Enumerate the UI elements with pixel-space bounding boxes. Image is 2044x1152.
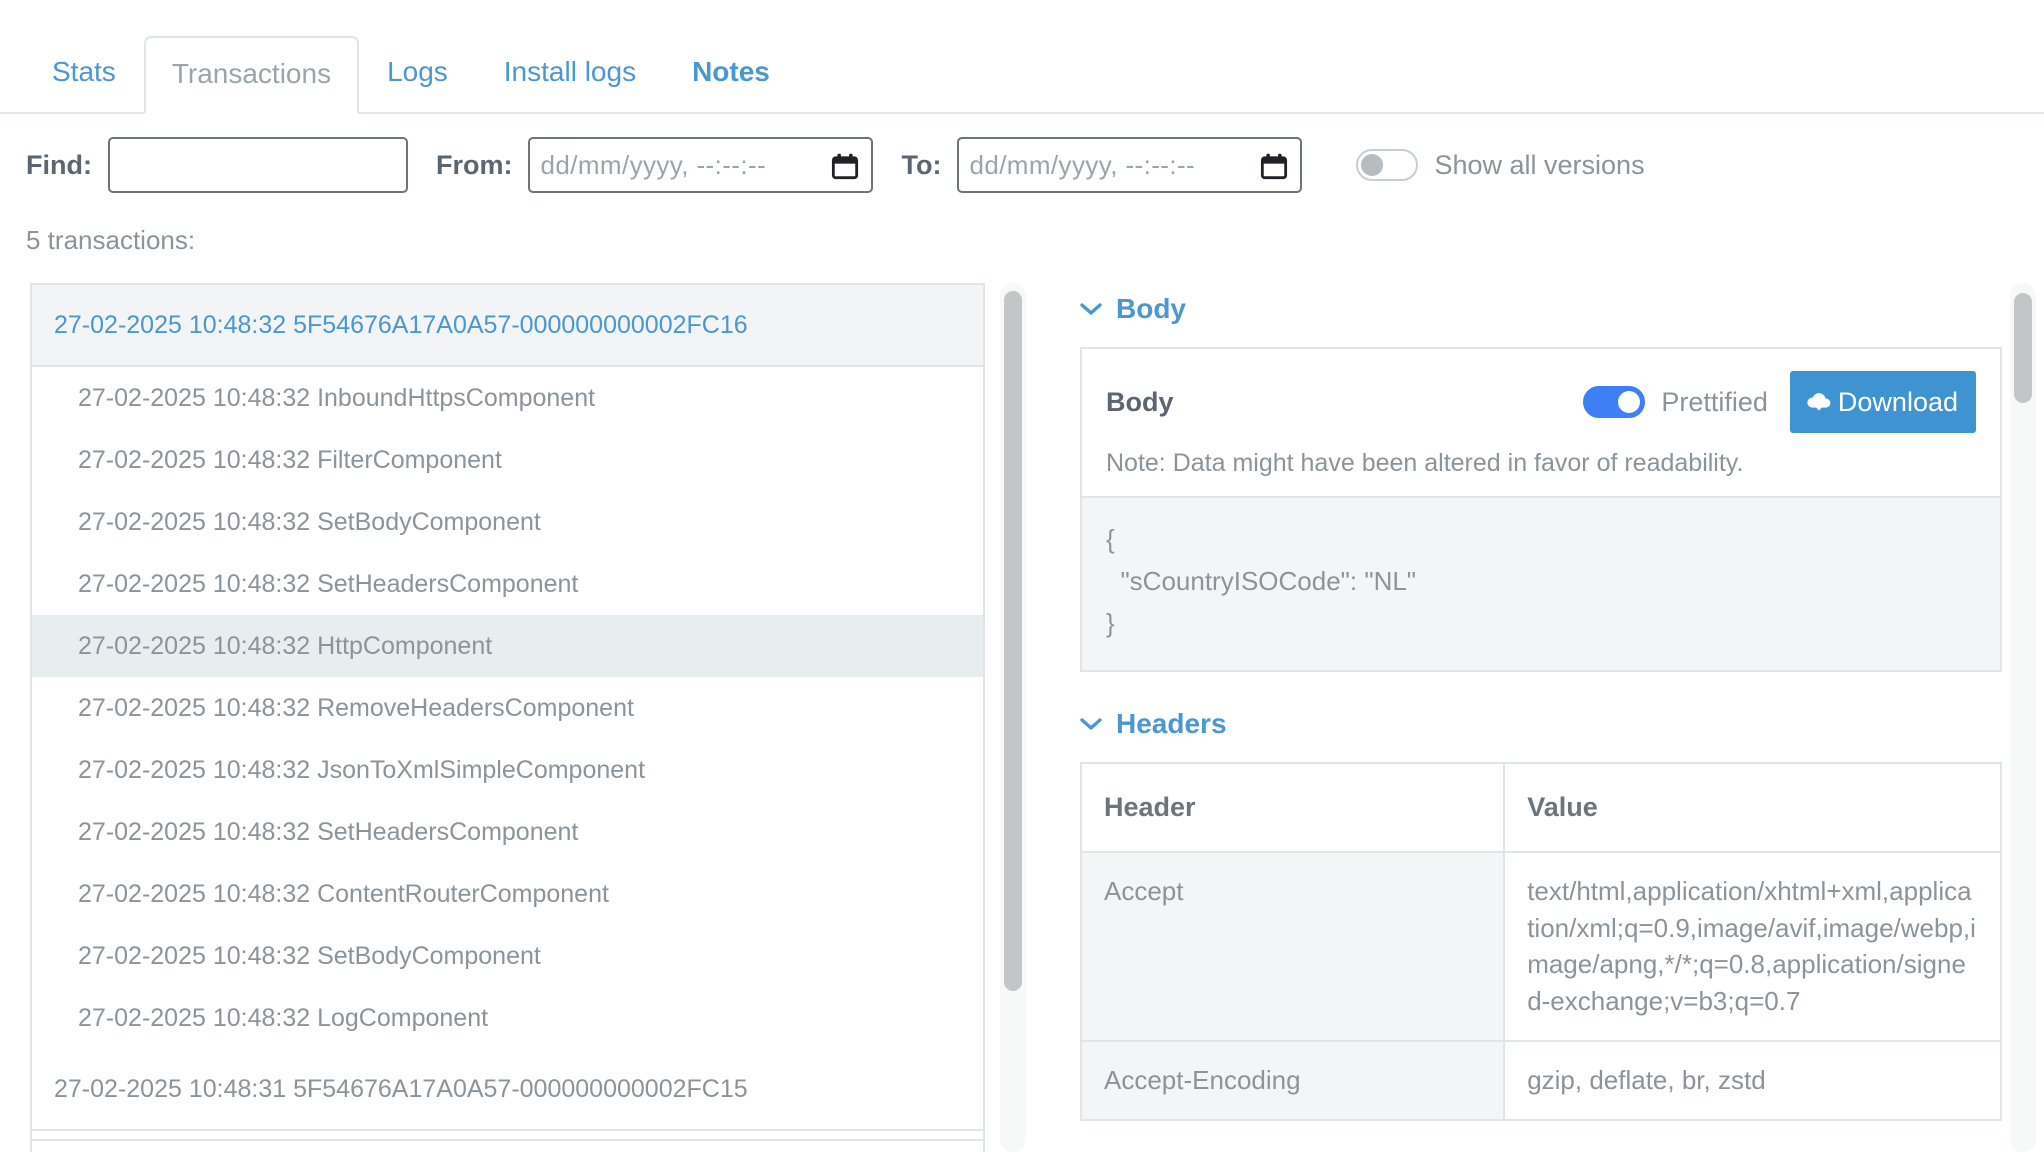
transaction-step-row[interactable]: 27-02-2025 10:48:32 RemoveHeadersCompone… [32, 677, 983, 739]
transaction-step-row[interactable]: 27-02-2025 10:48:32 JsonToXmlSimpleCompo… [32, 739, 983, 801]
find-input[interactable] [107, 137, 408, 193]
transactions-page: Stats Transactions Logs Install logs Notes F… [0, 0, 2044, 1152]
to-date-placeholder: dd/mm/yyyy, --:--:-- [969, 149, 1196, 180]
transaction-group-header[interactable]: 27-02-2025 10:48:31 5F54676A17A0A57-0000… [32, 1049, 983, 1131]
transaction-step-row[interactable]: 27-02-2025 10:48:32 SetHeadersComponent [32, 553, 983, 615]
tab-notes[interactable]: Notes [664, 34, 798, 112]
download-button[interactable]: Download [1789, 371, 1976, 433]
show-all-versions-label: Show all versions [1434, 149, 1645, 180]
transaction-list[interactable]: 27-02-2025 10:48:32 5F54676A17A0A57-0000… [30, 283, 985, 1152]
calendar-icon[interactable] [831, 152, 859, 180]
tab-logs[interactable]: Logs [359, 34, 476, 112]
body-content: { "sCountryISOCode": "NL" } [1082, 496, 2000, 671]
to-label: To: [901, 149, 942, 180]
body-note: Note: Data might have been altered in fa… [1106, 449, 1744, 477]
body-section-header[interactable]: Body [1080, 293, 2002, 325]
transaction-count-label: 5 transactions: [26, 225, 196, 255]
transaction-step-row[interactable]: 27-02-2025 10:48:32 LogComponent [32, 987, 983, 1049]
transaction-step-row[interactable]: 27-02-2025 10:48:32 InboundHttpsComponen… [32, 367, 983, 429]
transaction-step-row[interactable]: 27-02-2025 10:48:32 SetBodyComponent [32, 925, 983, 987]
show-all-versions-toggle[interactable] [1356, 149, 1419, 181]
cloud-download-icon [1807, 393, 1831, 411]
body-card-title: Body [1106, 386, 1174, 417]
from-date-input[interactable]: dd/mm/yyyy, --:--:-- [528, 137, 874, 193]
prettified-toggle[interactable] [1583, 386, 1646, 418]
chevron-down-icon [1080, 303, 1102, 315]
prettified-label: Prettified [1661, 386, 1768, 417]
from-label: From: [435, 149, 513, 180]
detail-panel: Body Body Prettified Download Note: Data… [1080, 283, 2002, 1152]
tab-bar: Stats Transactions Logs Install logs Notes [0, 0, 2044, 114]
headers-table-header-row: Header Value [1080, 762, 2002, 853]
filter-bar: Find: From: dd/mm/yyyy, --:--:-- To: dd/… [0, 130, 2044, 200]
download-button-label: Download [1837, 386, 1958, 417]
find-label: Find: [26, 149, 92, 180]
body-card-head: Body Prettified Download Note: Data migh… [1082, 349, 2000, 496]
tab-install-logs[interactable]: Install logs [476, 34, 664, 112]
scrollbar-thumb[interactable] [2014, 293, 2032, 403]
headers-section-header[interactable]: Headers [1080, 708, 2002, 740]
headers-table: Header Value Accept text/html,application/… [1080, 762, 2002, 1122]
headers-table-row: Accept-Encoding gzip, deflate, br, zstd [1080, 1040, 2002, 1122]
tab-transactions[interactable]: Transactions [143, 36, 360, 114]
show-all-versions-toggle-wrap: Show all versions [1356, 149, 1645, 181]
transaction-step-row[interactable]: 27-02-2025 10:48:32 FilterComponent [32, 429, 983, 491]
chevron-down-icon [1080, 718, 1102, 731]
body-section-title: Body [1116, 293, 1186, 324]
header-name-cell: Accept [1080, 850, 1506, 1043]
transaction-step-row[interactable]: 27-02-2025 10:48:32 ContentRouterCompone… [32, 863, 983, 925]
from-date-placeholder: dd/mm/yyyy, --:--:-- [540, 149, 767, 180]
header-value-cell: text/html,application/xhtml+xml,applicat… [1503, 850, 2002, 1043]
tab-stats[interactable]: Stats [24, 34, 144, 112]
transaction-group-placeholder [32, 1131, 983, 1141]
headers-table-col-header: Header [1080, 762, 1506, 853]
headers-table-col-value: Value [1503, 762, 2002, 853]
toggle-knob [1618, 391, 1641, 413]
headers-section-title: Headers [1116, 708, 1227, 740]
transaction-step-row[interactable]: 27-02-2025 10:48:32 HttpComponent [32, 615, 983, 677]
to-date-input[interactable]: dd/mm/yyyy, --:--:-- [957, 137, 1303, 193]
headers-table-row: Accept text/html,application/xhtml+xml,ap… [1080, 850, 2002, 1043]
detail-panel-scrollbar[interactable] [2010, 283, 2036, 1152]
header-name-cell: Accept-Encoding [1080, 1040, 1506, 1122]
calendar-icon[interactable] [1260, 152, 1288, 180]
header-value-cell: gzip, deflate, br, zstd [1503, 1040, 2002, 1122]
transaction-step-row[interactable]: 27-02-2025 10:48:32 SetHeadersComponent [32, 801, 983, 863]
body-card: Body Prettified Download Note: Data migh… [1080, 347, 2002, 673]
transaction-step-row[interactable]: 27-02-2025 10:48:32 SetBodyComponent [32, 491, 983, 553]
scrollbar-thumb[interactable] [1004, 291, 1022, 991]
transaction-group-header[interactable]: 27-02-2025 10:48:32 5F54676A17A0A57-0000… [32, 285, 983, 367]
transaction-list-scrollbar[interactable] [1000, 283, 1026, 1152]
toggle-knob [1361, 154, 1384, 176]
